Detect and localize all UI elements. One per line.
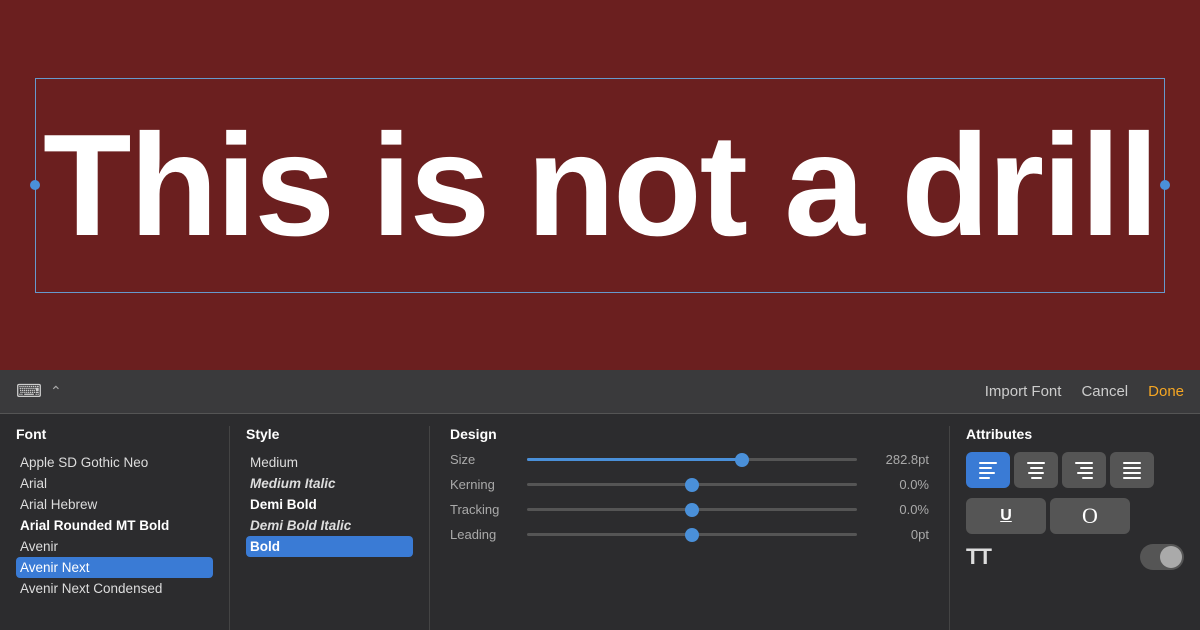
font-item-arial-hebrew[interactable]: Arial Hebrew bbox=[16, 494, 213, 515]
toolbar-row: ⌨ ⌃ Import Font Cancel Done bbox=[0, 370, 1200, 414]
text-box-container[interactable]: This is not a drill bbox=[35, 78, 1165, 293]
font-column-header: Font bbox=[16, 426, 213, 442]
style-item-demi-bold-italic[interactable]: Demi Bold Italic bbox=[246, 515, 413, 536]
font-item-apple-sd[interactable]: Apple SD Gothic Neo bbox=[16, 452, 213, 473]
toolbar-left: ⌨ ⌃ bbox=[16, 381, 62, 402]
main-text[interactable]: This is not a drill bbox=[43, 113, 1157, 258]
font-column: Font Apple SD Gothic Neo Arial Arial Heb… bbox=[0, 426, 230, 630]
font-list: Apple SD Gothic Neo Arial Arial Hebrew A… bbox=[16, 452, 213, 599]
size-label: Size bbox=[450, 452, 515, 467]
leading-slider[interactable] bbox=[527, 533, 857, 536]
oval-button[interactable]: O bbox=[1050, 498, 1130, 534]
cancel-button[interactable]: Cancel bbox=[1081, 383, 1128, 400]
capitalize-toggle[interactable] bbox=[1140, 544, 1184, 570]
alignment-buttons bbox=[966, 452, 1184, 488]
font-item-avenir[interactable]: Avenir bbox=[16, 536, 213, 557]
style-column: Style Medium Medium Italic Demi Bold Dem… bbox=[230, 426, 430, 630]
align-center-button[interactable] bbox=[1014, 452, 1058, 488]
design-row-tracking: Tracking 0.0% bbox=[450, 502, 929, 517]
kerning-label: Kerning bbox=[450, 477, 515, 492]
handle-right[interactable] bbox=[1160, 180, 1170, 190]
design-column-header: Design bbox=[450, 426, 929, 442]
leading-label: Leading bbox=[450, 527, 515, 542]
align-left-button[interactable] bbox=[966, 452, 1010, 488]
style-column-header: Style bbox=[246, 426, 413, 442]
handle-left[interactable] bbox=[30, 180, 40, 190]
align-right-icon bbox=[1075, 462, 1093, 479]
font-item-avenir-next[interactable]: Avenir Next bbox=[16, 557, 213, 578]
text-style-buttons: U O bbox=[966, 498, 1184, 534]
font-item-arial[interactable]: Arial bbox=[16, 473, 213, 494]
leading-value: 0pt bbox=[869, 527, 929, 542]
toggle-knob bbox=[1160, 546, 1182, 568]
tracking-label: Tracking bbox=[450, 502, 515, 517]
style-item-medium[interactable]: Medium bbox=[246, 452, 413, 473]
style-item-demi-bold[interactable]: Demi Bold bbox=[246, 494, 413, 515]
style-item-bold[interactable]: Bold bbox=[246, 536, 413, 557]
import-font-button[interactable]: Import Font bbox=[985, 383, 1062, 400]
capitalize-tt-label: TT bbox=[966, 544, 991, 570]
columns-row: Font Apple SD Gothic Neo Arial Arial Heb… bbox=[0, 414, 1200, 630]
align-right-button[interactable] bbox=[1062, 452, 1106, 488]
keyboard-icon[interactable]: ⌨ bbox=[16, 381, 42, 402]
style-item-medium-italic[interactable]: Medium Italic bbox=[246, 473, 413, 494]
font-item-avenir-next-condensed[interactable]: Avenir Next Condensed bbox=[16, 578, 213, 599]
kerning-value: 0.0% bbox=[869, 477, 929, 492]
capitalize-row: TT bbox=[966, 544, 1184, 570]
align-justify-icon bbox=[1123, 462, 1141, 479]
design-row-size: Size 282.8pt bbox=[450, 452, 929, 467]
underline-icon: U bbox=[1000, 507, 1012, 525]
toolbar-right: Import Font Cancel Done bbox=[985, 383, 1184, 400]
canvas-area: This is not a drill bbox=[0, 0, 1200, 370]
align-left-icon bbox=[979, 462, 997, 479]
tracking-slider[interactable] bbox=[527, 508, 857, 511]
tracking-value: 0.0% bbox=[869, 502, 929, 517]
design-row-leading: Leading 0pt bbox=[450, 527, 929, 542]
done-button[interactable]: Done bbox=[1148, 383, 1184, 400]
size-value: 282.8pt bbox=[869, 452, 929, 467]
attributes-column: Attributes bbox=[950, 426, 1200, 630]
design-column: Design Size 282.8pt Kerning 0.0% Trackin… bbox=[430, 426, 950, 630]
chevron-up-icon[interactable]: ⌃ bbox=[50, 383, 62, 400]
font-item-arial-rounded[interactable]: Arial Rounded MT Bold bbox=[16, 515, 213, 536]
attributes-column-header: Attributes bbox=[966, 426, 1184, 442]
style-list: Medium Medium Italic Demi Bold Demi Bold… bbox=[246, 452, 413, 557]
kerning-slider[interactable] bbox=[527, 483, 857, 486]
align-justify-button[interactable] bbox=[1110, 452, 1154, 488]
bottom-panel: ⌨ ⌃ Import Font Cancel Done Font Apple S… bbox=[0, 370, 1200, 630]
align-center-icon bbox=[1027, 462, 1045, 479]
oval-icon: O bbox=[1082, 503, 1098, 529]
size-slider[interactable] bbox=[527, 458, 857, 461]
underline-button[interactable]: U bbox=[966, 498, 1046, 534]
design-row-kerning: Kerning 0.0% bbox=[450, 477, 929, 492]
